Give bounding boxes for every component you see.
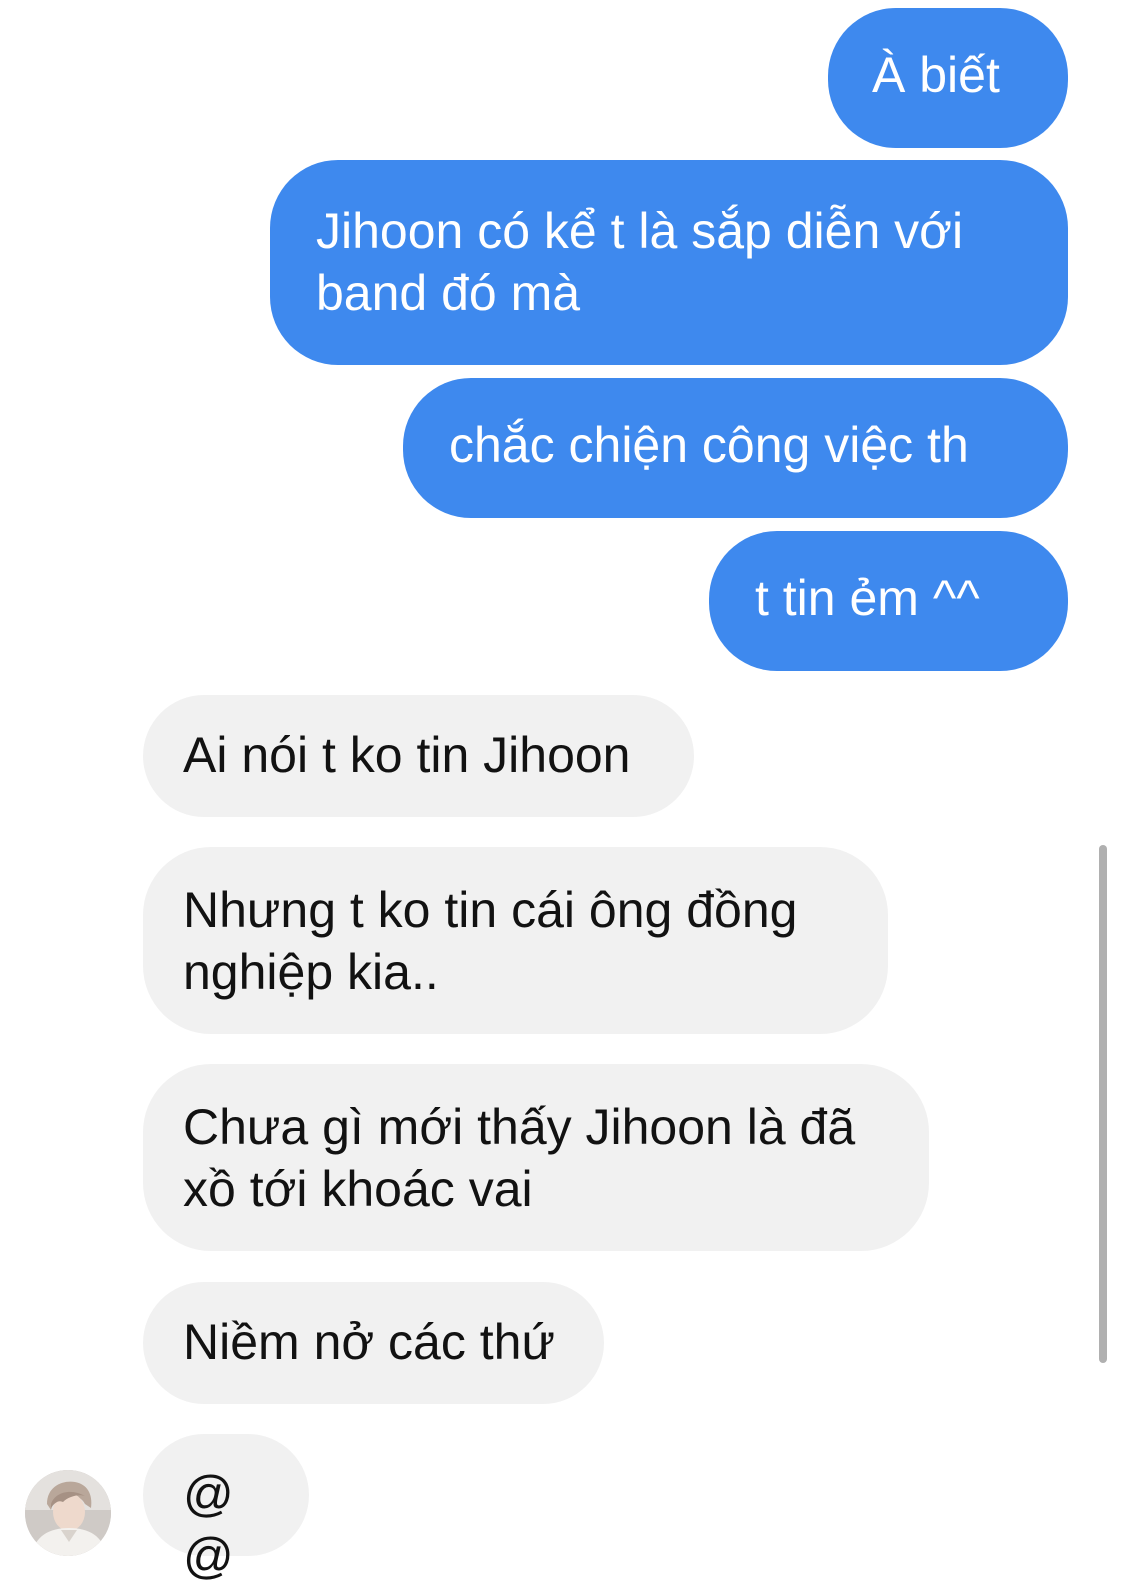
scrollbar[interactable] <box>1099 845 1107 1363</box>
outgoing-message[interactable]: À biết <box>828 8 1068 148</box>
incoming-message[interactable]: Chưa gì mới thấy Jihoon là đã xồ tới kho… <box>143 1064 929 1251</box>
incoming-message[interactable]: @@ <box>143 1434 309 1584</box>
avatar-photo <box>25 1470 111 1556</box>
incoming-message[interactable]: Nhưng t ko tin cái ông đồng nghiệp kia.. <box>143 847 888 1034</box>
incoming-message[interactable]: Ai nói t ko tin Jihoon <box>143 695 694 817</box>
outgoing-message[interactable]: Jihoon có kể t là sắp diễn với band đó m… <box>270 160 1068 365</box>
outgoing-message[interactable]: chắc chiện công việc th <box>403 378 1068 518</box>
avatar[interactable] <box>25 1470 111 1556</box>
outgoing-message[interactable]: t tin ẻm ^^ <box>709 531 1068 671</box>
incoming-message[interactable]: Niềm nở các thứ <box>143 1282 604 1404</box>
